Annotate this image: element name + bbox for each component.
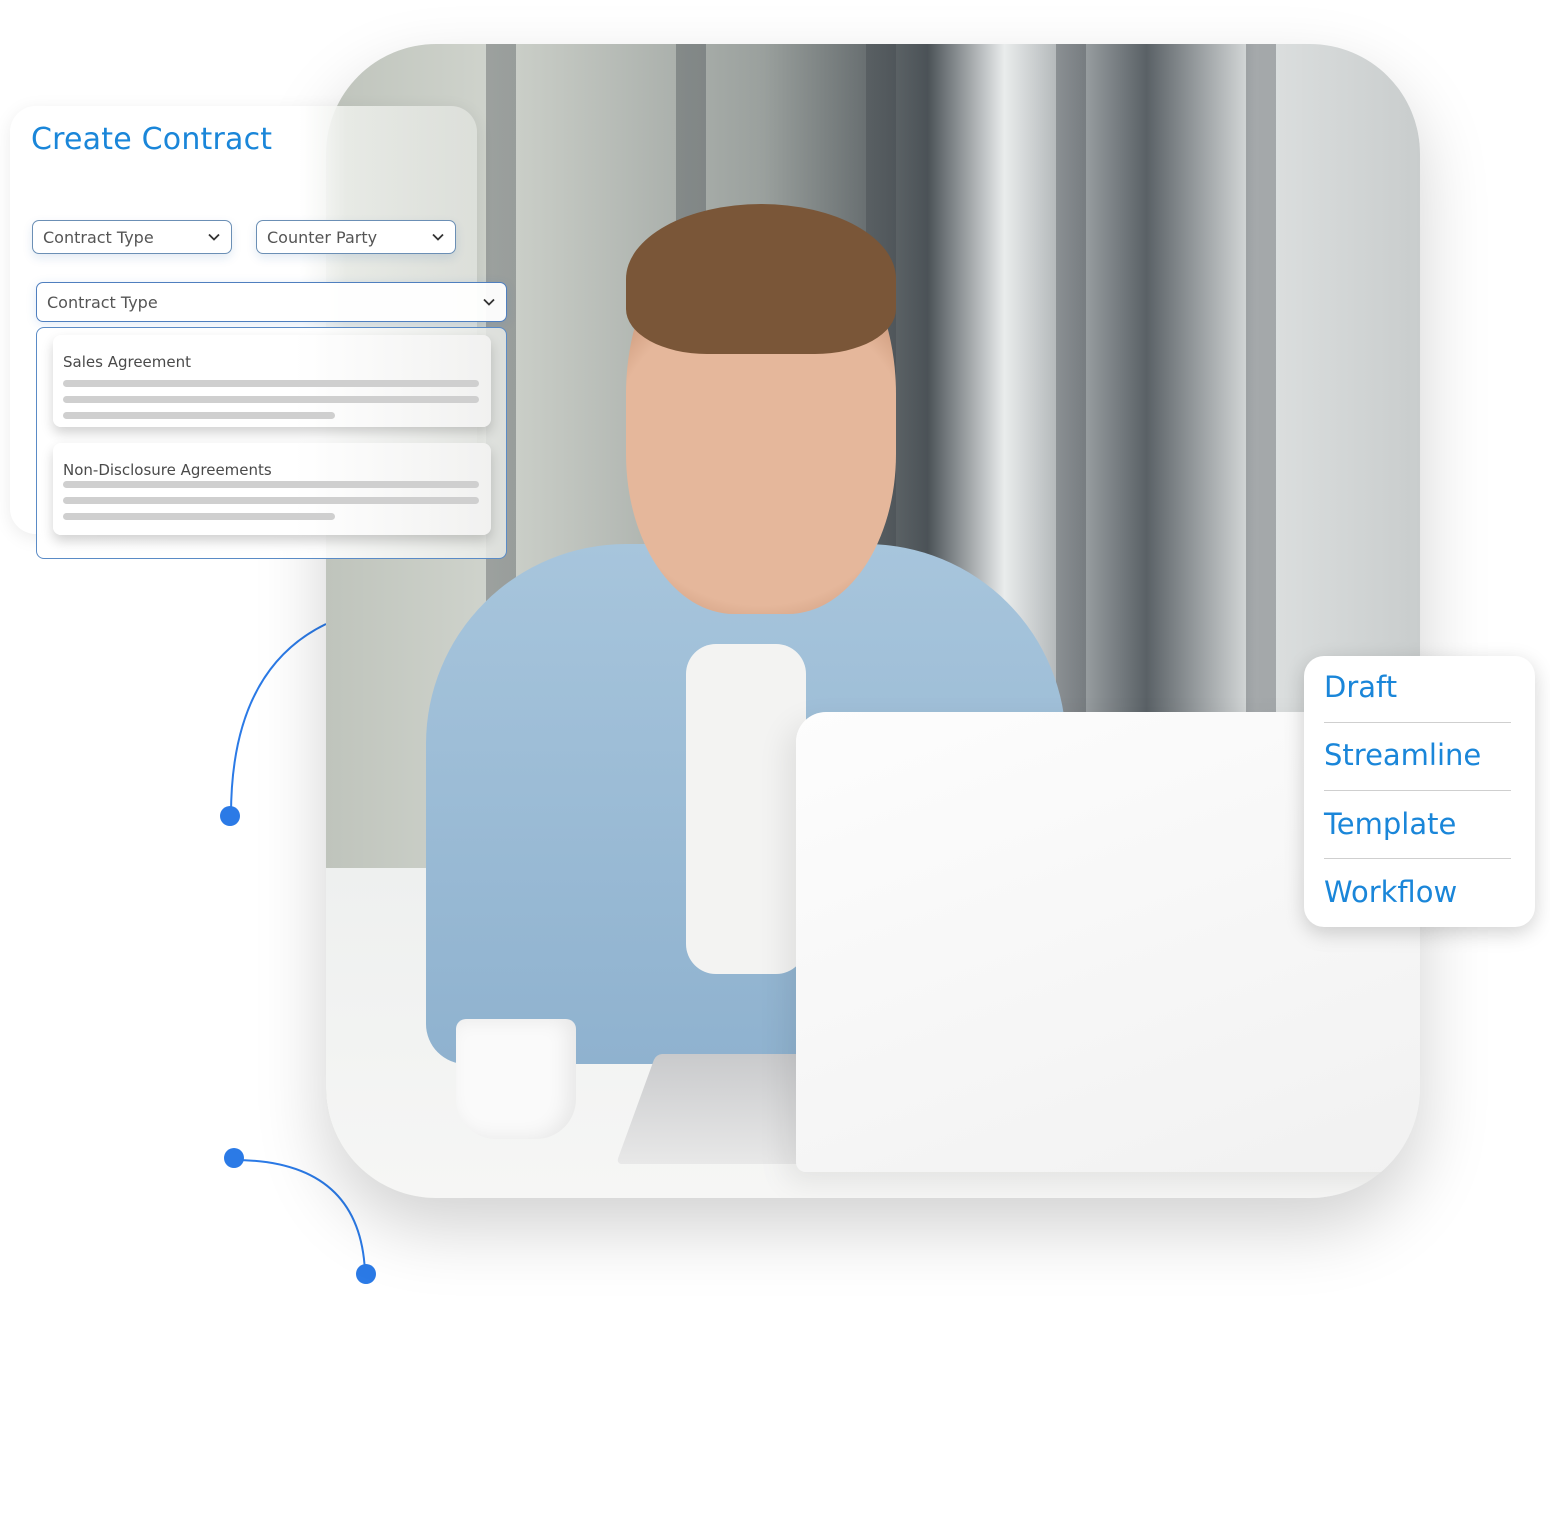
expanded-select-label: Contract Type xyxy=(47,292,158,312)
menu-item-draft[interactable]: Draft xyxy=(1324,670,1397,704)
contract-type-dropdown: Sales Agreement Non-Disclosure Agreement… xyxy=(36,327,507,559)
photo-coffee-cup xyxy=(456,1019,576,1139)
placeholder-line xyxy=(63,380,479,387)
chevron-down-icon xyxy=(208,233,220,241)
placeholder-line xyxy=(63,497,479,504)
option-non-disclosure-agreements[interactable]: Non-Disclosure Agreements xyxy=(53,443,491,535)
menu-item-streamline[interactable]: Streamline xyxy=(1324,738,1481,772)
menu-divider xyxy=(1324,790,1511,791)
chevron-down-icon xyxy=(483,298,495,306)
contract-type-expanded-select[interactable]: Contract Type xyxy=(36,282,507,322)
contract-type-label: Contract Type xyxy=(43,227,154,247)
connector-node xyxy=(356,1264,376,1284)
connector-node xyxy=(220,806,240,826)
placeholder-line xyxy=(63,412,335,419)
photo-person-hair xyxy=(626,204,896,354)
option-sales-agreement[interactable]: Sales Agreement xyxy=(53,335,491,427)
chevron-down-icon xyxy=(432,233,444,241)
menu-item-workflow[interactable]: Workflow xyxy=(1324,875,1457,909)
placeholder-line xyxy=(63,396,479,403)
connector-node xyxy=(224,1148,244,1168)
placeholder-line xyxy=(63,481,479,488)
option-title: Sales Agreement xyxy=(63,353,191,371)
menu-divider xyxy=(1324,858,1511,859)
connector-curve-top xyxy=(230,623,327,816)
feature-menu: Draft Streamline Template Workflow xyxy=(1304,656,1535,927)
contract-type-select[interactable]: Contract Type xyxy=(32,220,232,254)
counter-party-select[interactable]: Counter Party xyxy=(256,220,456,254)
counter-party-label: Counter Party xyxy=(267,227,378,247)
option-title: Non-Disclosure Agreements xyxy=(63,461,272,479)
hero-photo xyxy=(326,44,1420,1198)
photo-person-tshirt xyxy=(686,644,806,974)
menu-divider xyxy=(1324,722,1511,723)
placeholder-line xyxy=(63,513,335,520)
card-title: Create Contract xyxy=(31,122,273,157)
menu-item-template[interactable]: Template xyxy=(1324,807,1456,841)
